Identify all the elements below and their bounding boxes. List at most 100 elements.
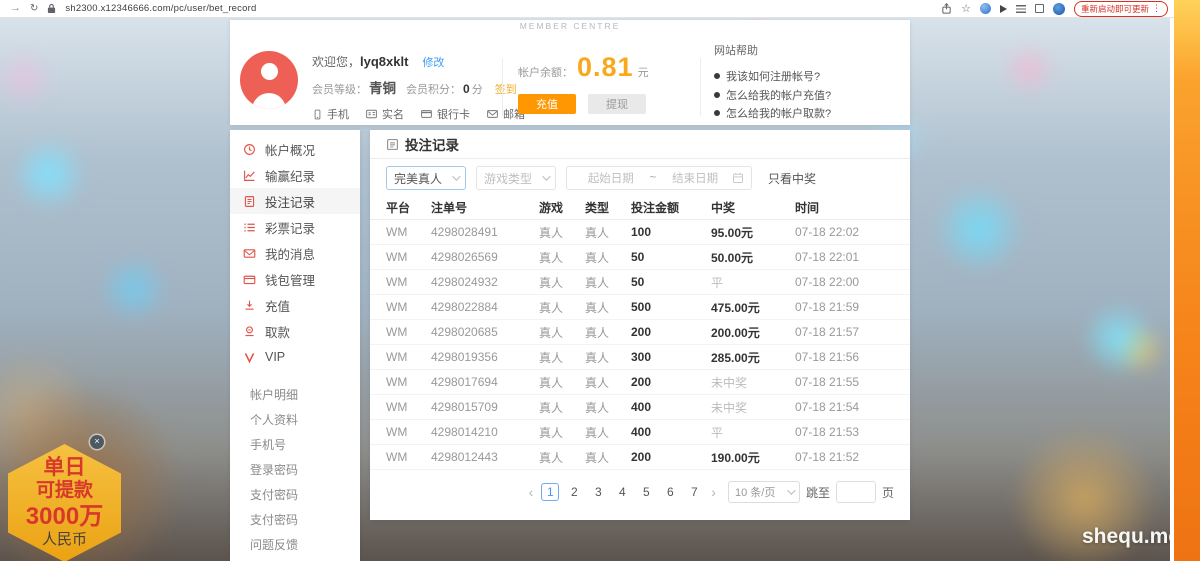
phone-icon	[312, 108, 323, 121]
update-button-label: 重新启动即可更新	[1081, 3, 1149, 15]
withdraw-button[interactable]: 提现	[588, 94, 646, 114]
next-page-button[interactable]: ›	[709, 484, 718, 500]
points-unit: 分	[472, 81, 483, 97]
cell-game: 真人	[539, 349, 585, 366]
cell-win: 285.00元	[711, 349, 795, 366]
game-type-select[interactable]: 游戏类型	[476, 166, 556, 190]
cell-game: 真人	[539, 249, 585, 266]
page-button[interactable]: 7	[685, 483, 703, 501]
sidebar-item-wallet[interactable]: 钱包管理	[230, 266, 360, 292]
sidebar-item-account-overview[interactable]: 帐户概况	[230, 136, 360, 162]
cell-time: 07-18 21:53	[795, 425, 910, 439]
help-link[interactable]: 怎么给我的帐户充值?	[714, 86, 900, 105]
page-button[interactable]: 5	[637, 483, 655, 501]
platform-select[interactable]: 完美真人	[386, 166, 466, 190]
cell-win: 475.00元	[711, 299, 795, 316]
end-date-placeholder: 结束日期	[658, 170, 732, 186]
cell-bet-amount: 100	[631, 225, 711, 239]
browser-profile-avatar[interactable]	[1053, 3, 1065, 15]
site-help: 网站帮助 我该如何注册帐号? 怎么给我的帐户充值? 怎么给	[714, 42, 900, 123]
page-button[interactable]: 2	[565, 483, 583, 501]
cell-bet-amount: 400	[631, 400, 711, 414]
mail-icon	[486, 108, 499, 120]
divider	[502, 58, 503, 116]
verify-phone[interactable]: 手机	[312, 106, 349, 122]
forward-icon[interactable]: →	[10, 3, 21, 14]
help-link[interactable]: 我该如何注册帐号?	[714, 67, 900, 86]
pagination: ‹ 1234567 › 10 条/页 跳至 页	[370, 481, 910, 503]
table-row: WM 4298028491 真人 真人 100 95.00元 07-18 22:…	[370, 220, 910, 245]
sidebar-sub-item[interactable]: 个人资料	[230, 407, 360, 432]
screen: → ↻ sh2300.x12346666.com/pc/user/bet_rec…	[0, 0, 1200, 561]
sidebar-item-lottery-record[interactable]: 彩票记录	[230, 214, 360, 240]
verify-bankcard[interactable]: 银行卡	[420, 106, 470, 122]
browser-menu-icon[interactable]: ⋮	[1152, 3, 1161, 14]
page-button[interactable]: 4	[613, 483, 631, 501]
balance-unit: 元	[638, 64, 649, 80]
sidebar-sub-item[interactable]: 登录密码	[230, 457, 360, 482]
jump-label: 跳至	[806, 484, 830, 501]
sidebar-item-deposit[interactable]: 充值	[230, 292, 360, 318]
table-row: WM 4298017694 真人 真人 200 未中奖 07-18 21:55	[370, 370, 910, 395]
cell-order-number: 4298014210	[431, 425, 539, 439]
divider	[700, 58, 701, 116]
url-text[interactable]: sh2300.x12346666.com/pc/user/bet_record	[65, 3, 256, 14]
cell-platform: WM	[386, 300, 431, 314]
cell-order-number: 4298022884	[431, 300, 539, 314]
cell-type: 真人	[585, 324, 631, 341]
cell-type: 真人	[585, 349, 631, 366]
page-size-select[interactable]: 10 条/页	[728, 481, 800, 503]
signin-link[interactable]: 签到	[495, 81, 517, 97]
sidebar-item-withdraw[interactable]: 取款	[230, 318, 360, 344]
verify-realname[interactable]: 实名	[365, 106, 404, 122]
help-title: 网站帮助	[714, 42, 900, 58]
modify-link[interactable]: 修改	[422, 54, 444, 70]
date-range-picker[interactable]: 起始日期 ~ 结束日期	[566, 166, 752, 190]
cell-time: 07-18 22:00	[795, 275, 910, 289]
cell-game: 真人	[539, 324, 585, 341]
extension-icon[interactable]	[980, 3, 991, 14]
cell-type: 真人	[585, 399, 631, 416]
help-link[interactable]: 怎么给我的帐户取款?	[714, 104, 900, 123]
jump-page-input[interactable]	[836, 481, 876, 503]
extension-arrow-icon[interactable]	[1000, 5, 1007, 13]
chevron-down-icon	[787, 486, 795, 494]
record-list-icon	[386, 138, 399, 151]
sidebar: 帐户概况 输赢纪录 投注记录	[230, 130, 360, 561]
cell-game: 真人	[539, 299, 585, 316]
user-header-panel: MEMBER CENTRE 欢迎您， lyq8xklt 修改 会员等级： 青铜 …	[230, 20, 910, 125]
extension-list-icon[interactable]	[1016, 5, 1026, 13]
promo-close-icon[interactable]: ×	[90, 435, 104, 449]
sidebar-sub-item[interactable]: 支付密码	[230, 507, 360, 532]
bookmark-star-icon[interactable]: ☆	[961, 2, 971, 15]
cell-platform: WM	[386, 425, 431, 439]
deposit-button[interactable]: 充值	[518, 94, 576, 114]
sidebar-sub-item[interactable]: 帐户明细	[230, 382, 360, 407]
idcard-icon	[365, 108, 378, 120]
only-wins-filter[interactable]: 只看中奖	[768, 170, 816, 187]
cell-type: 真人	[585, 224, 631, 241]
reload-icon[interactable]: ↻	[30, 3, 38, 14]
sidebar-item-bet-record[interactable]: 投注记录	[230, 188, 360, 214]
share-icon[interactable]	[941, 3, 952, 14]
prev-page-button[interactable]: ‹	[527, 484, 536, 500]
page-button[interactable]: 6	[661, 483, 679, 501]
page-button[interactable]: 1	[541, 483, 559, 501]
extension-square-icon[interactable]	[1035, 4, 1044, 13]
column-header: 投注金额	[631, 199, 711, 216]
lock-icon	[47, 3, 56, 14]
sidebar-item-vip[interactable]: VIP	[230, 344, 360, 370]
sidebar-item-messages[interactable]: 我的消息	[230, 240, 360, 266]
page-button[interactable]: 3	[589, 483, 607, 501]
balance-block: 帐户余额： 0.81 元 充值 提现	[518, 54, 694, 114]
column-header: 类型	[585, 199, 631, 216]
level-label: 会员等级：	[312, 81, 367, 97]
cell-win: 平	[711, 424, 795, 441]
sidebar-item-winloss-record[interactable]: 输赢纪录	[230, 162, 360, 188]
sidebar-sub-item[interactable]: 手机号	[230, 432, 360, 457]
update-button[interactable]: 重新启动即可更新 ⋮	[1074, 1, 1168, 17]
sidebar-sub-item[interactable]: 问题反馈	[230, 532, 360, 557]
list-icon	[243, 221, 256, 234]
sidebar-sub-item[interactable]: 支付密码	[230, 482, 360, 507]
table-row: WM 4298019356 真人 真人 300 285.00元 07-18 21…	[370, 345, 910, 370]
